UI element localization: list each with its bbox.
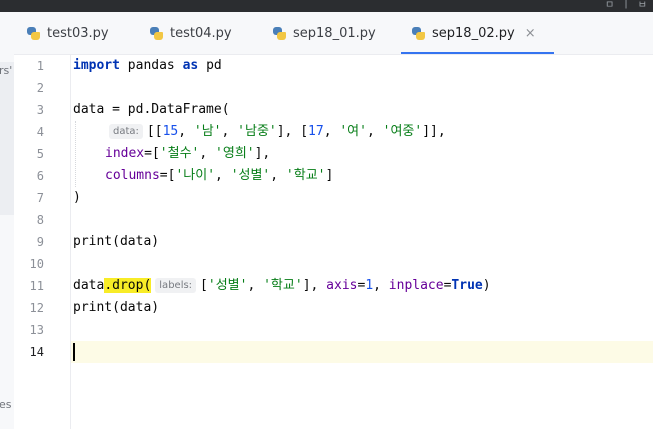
named-argument: axis: [326, 278, 358, 293]
code-token: =[: [159, 168, 176, 183]
code-line-12[interactable]: print(data): [73, 297, 159, 319]
code-token: ,: [323, 124, 340, 139]
code-token: ]: [325, 168, 334, 183]
string-literal: '남중': [237, 124, 277, 139]
tab-test04[interactable]: test04.py: [149, 12, 232, 54]
project-panel-selection: [0, 62, 14, 215]
line-number: 8: [36, 213, 44, 227]
keyword: True: [451, 278, 483, 293]
code-token: ,: [178, 124, 194, 139]
code-token: pd: [198, 58, 222, 73]
named-argument: inplace: [388, 278, 444, 293]
code-token: =[: [144, 146, 160, 161]
tab-sep18-02[interactable]: sep18_02.py ×: [401, 12, 554, 54]
code-token: data = pd.DataFrame(: [73, 102, 230, 117]
tab-test03[interactable]: test03.py: [26, 12, 109, 54]
code-token: pandas: [119, 58, 183, 73]
line-number: 6: [36, 169, 44, 183]
code-token: ], [: [276, 124, 309, 139]
python-file-icon: [411, 26, 426, 41]
parameter-hint: labels:: [155, 278, 197, 293]
code-line-11[interactable]: data.drop(labels: ['성별', '학교'], axis=1, i…: [73, 275, 491, 297]
parameter-hint: data:: [109, 124, 143, 139]
python-file-icon: [149, 26, 164, 41]
code-editor[interactable]: 1 2 3 4 5 6 7 8 9 10 11 12 13 14 import …: [14, 55, 653, 429]
editor-tab-bar: test03.py test04.py sep18_01.py sep18_02…: [14, 12, 653, 55]
code-token: ,: [215, 168, 231, 183]
string-literal: '여중': [382, 124, 423, 139]
code-line-3[interactable]: data = pd.DataFrame(: [73, 99, 230, 121]
line-number: 12: [29, 301, 44, 315]
code-token: ]],: [422, 124, 446, 139]
code-token: ,: [366, 124, 383, 139]
code-token: ],: [302, 278, 327, 293]
keyword: import: [73, 58, 120, 73]
code-line-5[interactable]: index=['철수', '영희'],: [105, 143, 270, 165]
line-number: 4: [36, 125, 44, 139]
code-token: ): [73, 190, 81, 205]
string-literal: '학교': [285, 168, 326, 183]
line-number: 9: [36, 235, 44, 249]
python-file-icon: [272, 26, 287, 41]
string-literal: '학교': [263, 278, 303, 293]
line-number: 2: [36, 81, 44, 95]
code-token: print(data): [73, 300, 160, 315]
code-token: [: [200, 278, 208, 293]
keyword: as: [182, 58, 199, 73]
code-token: ): [482, 278, 491, 293]
code-line-6[interactable]: columns=['나이', '성별', '학교']: [105, 165, 333, 187]
string-literal: '영희': [215, 146, 255, 161]
indent-guide: [75, 121, 77, 187]
active-tab-indicator: [401, 52, 554, 54]
code-token: ,: [199, 146, 216, 161]
string-literal: '여': [339, 124, 367, 139]
code-token: ,: [221, 124, 238, 139]
named-argument: columns: [105, 168, 160, 183]
number-literal: 1: [365, 278, 374, 293]
code-token: [[: [146, 124, 163, 139]
code-token: ,: [247, 278, 264, 293]
code-line-4[interactable]: data: [[15, '남', '남중'], [17, '여', '여중']],: [109, 121, 446, 143]
tab-label: test04.py: [170, 25, 232, 41]
code-line-1[interactable]: import pandas as pd: [73, 55, 222, 77]
string-literal: '남': [193, 124, 222, 139]
current-line-highlight: [14, 341, 653, 363]
code-token: ,: [270, 168, 286, 183]
search-highlight: .drop(: [104, 278, 152, 293]
code-line-9[interactable]: print(data): [73, 231, 159, 253]
project-panel-fragment-bottom: es: [0, 398, 12, 411]
window-title-bar: ㅁ ㅣ ㅂ: [0, 0, 653, 12]
tab-sep18-01[interactable]: sep18_01.py: [272, 12, 376, 54]
text-caret: [73, 343, 75, 361]
close-icon[interactable]: ×: [525, 26, 536, 41]
string-literal: '나이': [175, 168, 216, 183]
line-number: 13: [29, 323, 44, 337]
string-literal: '성별': [207, 278, 248, 293]
code-token: ],: [254, 146, 271, 161]
line-number: 3: [36, 103, 44, 117]
line-number: 10: [29, 257, 44, 271]
tab-label: test03.py: [47, 25, 109, 41]
code-token: print(data): [73, 234, 160, 249]
line-number-gutter[interactable]: 1 2 3 4 5 6 7 8 9 10 11 12 13 14: [14, 55, 71, 429]
python-file-icon: [26, 26, 41, 41]
code-token: data: [73, 278, 105, 293]
project-panel-edge[interactable]: rs' es: [0, 12, 15, 429]
tab-label: sep18_02.py: [432, 25, 515, 41]
number-literal: 15: [162, 124, 179, 139]
named-argument: index: [105, 146, 145, 161]
code-token: ,: [373, 278, 389, 293]
tab-label: sep18_01.py: [293, 25, 376, 41]
line-number: 5: [36, 147, 44, 161]
line-number: 11: [29, 279, 44, 293]
line-number: 7: [36, 191, 44, 205]
project-panel-fragment-top: rs': [0, 64, 13, 77]
line-number-current: 14: [29, 345, 44, 359]
code-line-7[interactable]: ): [73, 187, 81, 209]
string-literal: '철수': [159, 146, 200, 161]
string-literal: '성별': [230, 168, 271, 183]
title-bar-fragment: ㅁ ㅣ ㅂ: [605, 0, 649, 11]
line-number: 1: [36, 59, 44, 73]
number-literal: 17: [308, 124, 324, 139]
